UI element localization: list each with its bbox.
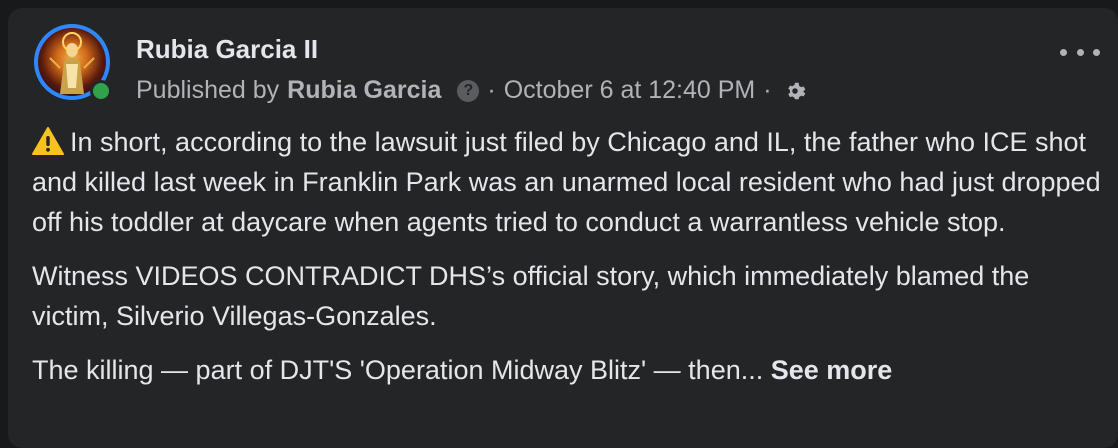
publisher-name-link[interactable]: Rubia Garcia	[287, 76, 441, 105]
gear-icon[interactable]	[784, 80, 806, 102]
see-more-link[interactable]: See more	[771, 355, 893, 385]
paragraph-1-text: In short, according to the lawsuit just …	[32, 127, 1101, 237]
meta-separator: ·	[487, 76, 496, 104]
post-paragraph-1: In short, according to the lawsuit just …	[32, 122, 1102, 242]
meta-separator-2: ·	[763, 76, 772, 104]
online-status-indicator	[90, 80, 112, 102]
post-header: Rubia Garcia II Published by Rubia Garci…	[34, 22, 1104, 112]
post-paragraph-2: Witness VIDEOS CONTRADICT DHS’s official…	[32, 261, 1030, 331]
timestamp-link[interactable]: October 6 at 12:40 PM	[504, 76, 756, 105]
page-name-link[interactable]: Rubia Garcia II	[136, 34, 318, 65]
more-dot	[1093, 48, 1100, 56]
help-icon[interactable]: ?	[457, 79, 480, 102]
post-paragraph-3: The killing — part of DJT'S 'Operation M…	[32, 350, 1102, 390]
published-prefix: Published by	[136, 76, 280, 104]
more-dot	[1076, 48, 1084, 56]
avatar[interactable]	[34, 24, 112, 102]
post-card: Rubia Garcia II Published by Rubia Garci…	[8, 8, 1118, 448]
warning-icon	[32, 127, 64, 155]
more-dot	[1060, 48, 1067, 56]
post-body: In short, according to the lawsuit just …	[32, 122, 1102, 404]
more-options-icon[interactable]	[1060, 42, 1100, 62]
post-meta: Published by Rubia Garcia ? · October 6 …	[136, 76, 806, 105]
paragraph-3-text: The killing — part of DJT'S 'Operation M…	[32, 355, 764, 385]
